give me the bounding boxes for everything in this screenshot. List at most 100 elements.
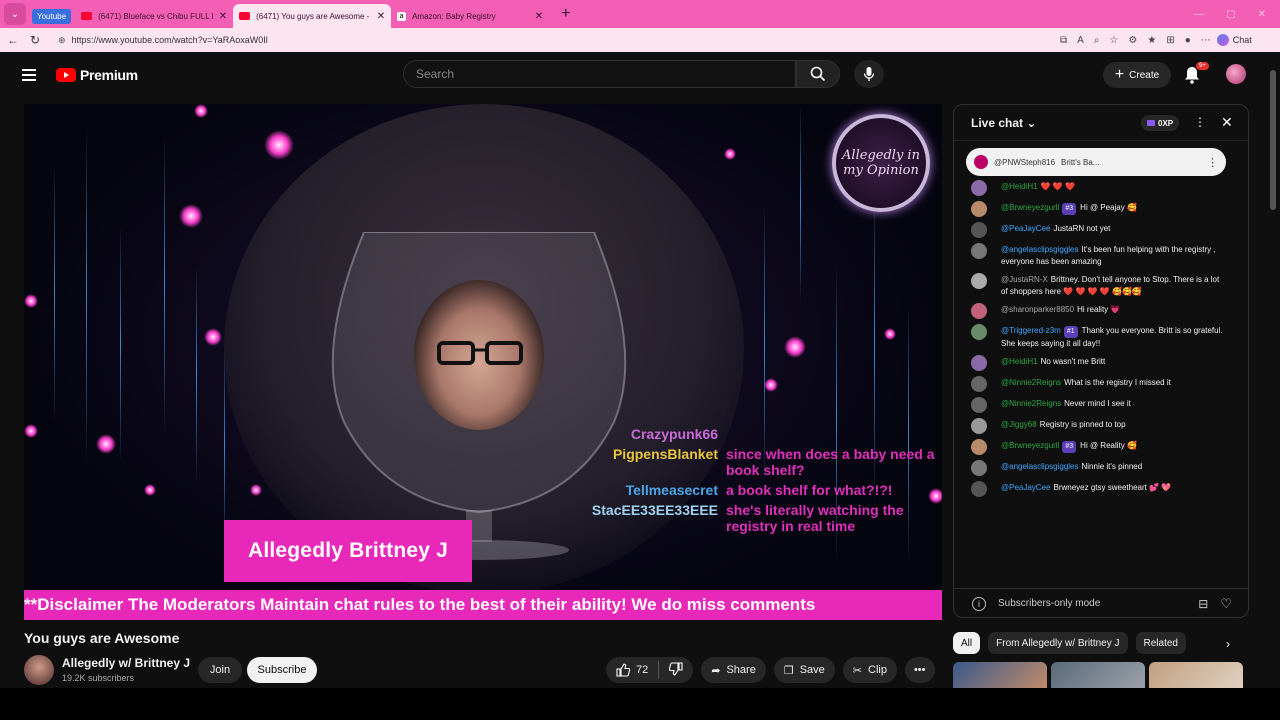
- read-aloud-icon[interactable]: A: [1077, 35, 1084, 46]
- copilot-icon: [1216, 34, 1229, 46]
- save-button[interactable]: ❒ Save: [773, 657, 835, 683]
- overlay-chat-row: Tellmeasecret a book shelf for what?!?!: [584, 482, 942, 498]
- dislike-button[interactable]: [659, 661, 693, 679]
- disclaimer-ticker: **Disclaimer The Moderators Maintain cha…: [24, 590, 942, 620]
- video-thumbnail[interactable]: [1149, 662, 1243, 688]
- chat-text: Ninnie it's pinned: [1081, 462, 1143, 471]
- eyeglasses-graphic: [437, 341, 523, 365]
- account-avatar[interactable]: [1226, 64, 1246, 84]
- profile-icon[interactable]: ●: [1185, 35, 1191, 46]
- favorites-bar-icon[interactable]: ★: [1147, 35, 1156, 46]
- channel-avatar[interactable]: [24, 655, 54, 685]
- tab-blueface[interactable]: (6471) Blueface vs Chibu FULL FIGHT... ✕: [75, 4, 233, 28]
- avatar: [971, 324, 987, 340]
- info-icon[interactable]: i: [972, 596, 986, 611]
- url-field[interactable]: ⊕ https://www.youtube.com/watch?v=YaRAox…: [52, 31, 1052, 49]
- search-input[interactable]: Search: [403, 60, 797, 88]
- pinned-message[interactable]: @PNWSteph816 Britt's Ba... ⋮: [966, 148, 1226, 176]
- thumbs-up-icon: [616, 663, 630, 677]
- page-scrollbar[interactable]: [1270, 60, 1276, 686]
- chat-message-list: @HeidiH1 ❤️ ❤️ ❤️ @Brwneyezgurll #3 Hi @ Pe…: [954, 180, 1248, 503]
- clip-button[interactable]: ✂ Clip: [842, 657, 897, 683]
- share-button[interactable]: ➦ Share: [701, 657, 766, 683]
- tab-amazon[interactable]: a Amazon: Baby Registry ✕: [391, 4, 549, 28]
- reload-icon[interactable]: ↻: [24, 33, 46, 47]
- minimize-icon[interactable]: —: [1194, 9, 1204, 20]
- channel-name[interactable]: Allegedly w/ Brittney J: [62, 656, 190, 670]
- tab-search-icon[interactable]: ⌄: [4, 3, 26, 25]
- subscribe-button[interactable]: Subscribe: [247, 657, 317, 683]
- microphone-icon: [863, 67, 875, 81]
- avatar: [971, 273, 987, 289]
- more-icon[interactable]: ⋯: [1201, 35, 1211, 46]
- close-icon[interactable]: ✕: [1221, 114, 1233, 131]
- chat-user[interactable]: @HeidiH1: [1001, 182, 1038, 191]
- zoom-icon[interactable]: ⌕: [1094, 35, 1100, 46]
- chat-user[interactable]: @angelasclipsgiggles: [1001, 245, 1079, 254]
- chat-label: Chat: [1232, 35, 1252, 45]
- chip-related[interactable]: Related: [1135, 632, 1186, 654]
- chat-user[interactable]: @angelasclipsgiggles: [1001, 462, 1079, 471]
- chat-user[interactable]: @Jiggy68: [1001, 420, 1037, 429]
- chat-user[interactable]: @PeaJayCee: [1001, 483, 1050, 492]
- chat-mode-dropdown[interactable]: Live chat ⌄: [971, 116, 1036, 130]
- chat-more-icon[interactable]: ⋮: [1194, 115, 1206, 129]
- pinned-text: Britt's Ba...: [1061, 157, 1100, 167]
- share-label: Share: [726, 664, 756, 676]
- super-chat-icon[interactable]: ⊟: [1198, 597, 1208, 611]
- tab-label: Youtube: [32, 8, 72, 24]
- search-button[interactable]: [796, 60, 840, 88]
- pinned-more-icon[interactable]: ⋮: [1207, 156, 1218, 169]
- heart-icon[interactable]: ♡: [1220, 596, 1232, 612]
- collections-icon[interactable]: ⊞: [1166, 35, 1174, 46]
- chat-user[interactable]: @sharonparker8850: [1001, 305, 1074, 314]
- video-thumbnail[interactable]: [953, 662, 1047, 688]
- close-icon[interactable]: ✕: [213, 11, 227, 22]
- translate-icon[interactable]: ⧉: [1060, 35, 1067, 46]
- join-button[interactable]: Join: [198, 657, 242, 683]
- copilot-chat-button[interactable]: Chat: [1216, 34, 1252, 46]
- chat-text: Registry is pinned to top: [1039, 420, 1126, 429]
- site-info-icon[interactable]: ⊕: [58, 35, 66, 46]
- video-thumbnail[interactable]: [1051, 662, 1145, 688]
- voice-search-button[interactable]: [854, 60, 884, 88]
- chat-user[interactable]: @Ninnie2Reigns: [1001, 378, 1061, 387]
- chevron-right-icon[interactable]: ›: [1226, 637, 1230, 651]
- chat-user[interactable]: @Ninnie2Reigns: [1001, 399, 1061, 408]
- chat-user[interactable]: @Brwneyezgurll: [1001, 203, 1059, 212]
- overlay-chat-row: PigpensBlanket since when does a baby ne…: [584, 446, 942, 478]
- chat-user[interactable]: @JustaRN-X: [1001, 275, 1048, 284]
- chat-user[interactable]: @Triggered-z3m: [1001, 326, 1061, 335]
- close-window-icon[interactable]: ✕: [1258, 9, 1266, 20]
- chat-user[interactable]: @Brwneyezgurll: [1001, 441, 1059, 450]
- overlay-chat-name: Tellmeasecret: [625, 482, 718, 498]
- tab-current-video[interactable]: (6471) You guys are Awesome - YouTube ✕: [233, 4, 392, 28]
- sparkle: [250, 484, 262, 496]
- tab-youtube-pill[interactable]: Youtube: [32, 4, 72, 28]
- favorite-icon[interactable]: ☆: [1109, 35, 1118, 46]
- sparkle: [96, 434, 116, 454]
- chat-message: @angelasclipsgiggles It's been fun helpin…: [954, 243, 1248, 268]
- maximize-icon[interactable]: ▢: [1226, 9, 1235, 20]
- xp-badge[interactable]: 0XP: [1141, 115, 1180, 131]
- new-tab-button[interactable]: +: [561, 5, 570, 23]
- chip-all[interactable]: All: [953, 632, 981, 654]
- close-icon[interactable]: ✕: [529, 11, 543, 22]
- notifications-button[interactable]: 9+: [1184, 62, 1209, 89]
- more-actions-button[interactable]: •••: [904, 657, 935, 683]
- youtube-logo[interactable]: Premium: [56, 67, 138, 83]
- create-button[interactable]: + Create: [1103, 62, 1171, 88]
- chip-from-channel[interactable]: From Allegedly w/ Brittney J: [988, 632, 1128, 654]
- like-button[interactable]: 72: [606, 661, 660, 679]
- chat-user[interactable]: @HeidiH1: [1001, 357, 1038, 366]
- menu-icon[interactable]: [22, 66, 36, 84]
- chat-user[interactable]: @PeaJayCee: [1001, 224, 1050, 233]
- extensions-icon[interactable]: ⚙: [1128, 35, 1137, 46]
- close-icon[interactable]: ✕: [371, 11, 385, 22]
- chat-text: JustaRN not yet: [1053, 224, 1111, 233]
- video-title: You guys are Awesome: [24, 630, 180, 646]
- screen-bottom-bar: [0, 688, 1280, 720]
- video-player[interactable]: Allegedly in my Opinion Crazypunk66 Pigp…: [24, 104, 942, 620]
- video-actions: 72 ➦ Share ❒ Save ✂ Clip •••: [606, 657, 935, 683]
- back-icon[interactable]: ←: [2, 33, 24, 47]
